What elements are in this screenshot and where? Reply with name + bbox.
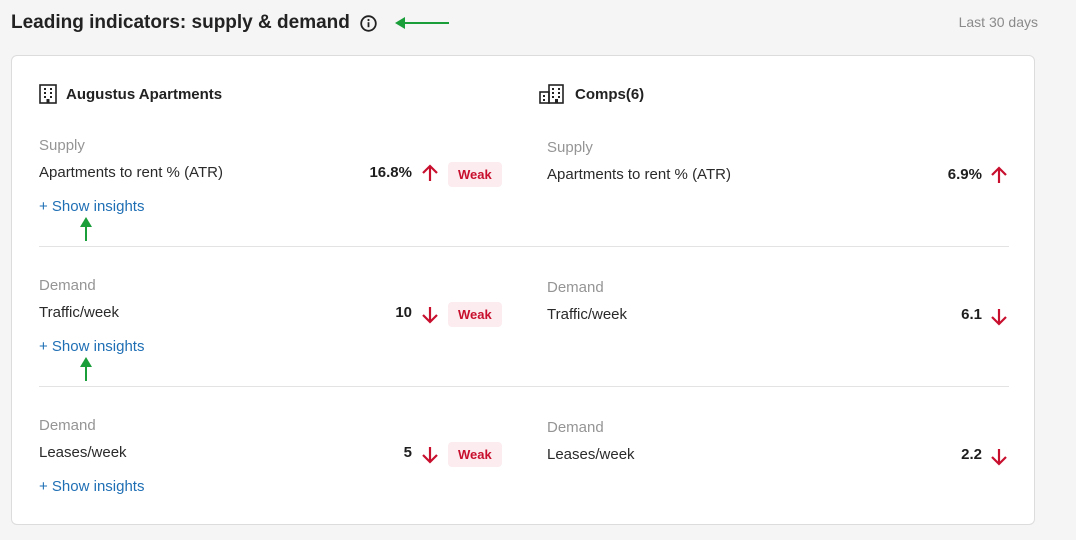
property-metric: Apartments to rent % (ATR) bbox=[39, 164, 223, 181]
section-title-text: Leading indicators: supply & demand bbox=[11, 12, 350, 33]
arrow-down-icon bbox=[422, 307, 438, 324]
show-insights-link[interactable]: + Show insights bbox=[39, 198, 144, 215]
arrow-down-icon bbox=[991, 449, 1007, 466]
indicators-card: Augustus Apartments Comps(6) Supply Apar… bbox=[11, 55, 1035, 525]
info-icon[interactable] bbox=[360, 14, 377, 32]
property-category: Supply bbox=[39, 137, 85, 154]
status-badge: Weak bbox=[448, 302, 502, 327]
property-value: 16.8% bbox=[369, 164, 412, 181]
property-value: 5 bbox=[403, 444, 412, 461]
show-insights-link[interactable]: + Show insights bbox=[39, 338, 144, 355]
comps-metric: Leases/week bbox=[547, 446, 635, 463]
comps-category: Supply bbox=[547, 139, 593, 156]
comps-category: Demand bbox=[547, 279, 604, 296]
property-name: Augustus Apartments bbox=[66, 85, 223, 103]
property-value: 10 bbox=[395, 304, 412, 321]
building-icon bbox=[39, 84, 57, 104]
time-period-label: Last 30 days bbox=[958, 14, 1038, 30]
comps-metric: Traffic/week bbox=[547, 306, 628, 323]
property-category: Demand bbox=[39, 417, 96, 434]
comps-value: 2.2 bbox=[961, 446, 982, 463]
comps-value: 6.9% bbox=[947, 166, 982, 183]
indicator-row-supply: Supply Apartments to rent % (ATR) 16.8% … bbox=[12, 106, 1036, 246]
show-insights-link[interactable]: + Show insights bbox=[39, 478, 144, 495]
property-category: Demand bbox=[39, 277, 96, 294]
comps-name: Comps(6) bbox=[575, 85, 645, 103]
buildings-icon bbox=[539, 84, 564, 104]
annotation-arrow-up-icon bbox=[80, 217, 92, 241]
property-header: Augustus Apartments bbox=[39, 84, 222, 104]
property-metric: Leases/week bbox=[39, 444, 127, 461]
status-badge: Weak bbox=[448, 162, 502, 187]
comps-category: Demand bbox=[547, 419, 604, 436]
arrow-down-icon bbox=[422, 447, 438, 464]
arrow-up-icon bbox=[991, 166, 1007, 183]
annotation-arrow-left-icon bbox=[395, 17, 449, 29]
comps-header: Comps(6) bbox=[539, 84, 644, 104]
annotation-arrow-up-icon bbox=[80, 357, 92, 381]
arrow-down-icon bbox=[991, 309, 1007, 326]
comps-value: 6.1 bbox=[961, 306, 982, 323]
arrow-up-icon bbox=[422, 164, 438, 181]
status-badge: Weak bbox=[448, 442, 502, 467]
indicator-row-traffic: Demand Traffic/week 10 Weak + Show insig… bbox=[12, 246, 1036, 386]
section-title: Leading indicators: supply & demand bbox=[11, 12, 377, 34]
indicator-row-leases: Demand Leases/week 5 Weak + Show insight… bbox=[12, 386, 1036, 526]
comps-metric: Apartments to rent % (ATR) bbox=[547, 166, 731, 183]
property-metric: Traffic/week bbox=[39, 304, 120, 321]
